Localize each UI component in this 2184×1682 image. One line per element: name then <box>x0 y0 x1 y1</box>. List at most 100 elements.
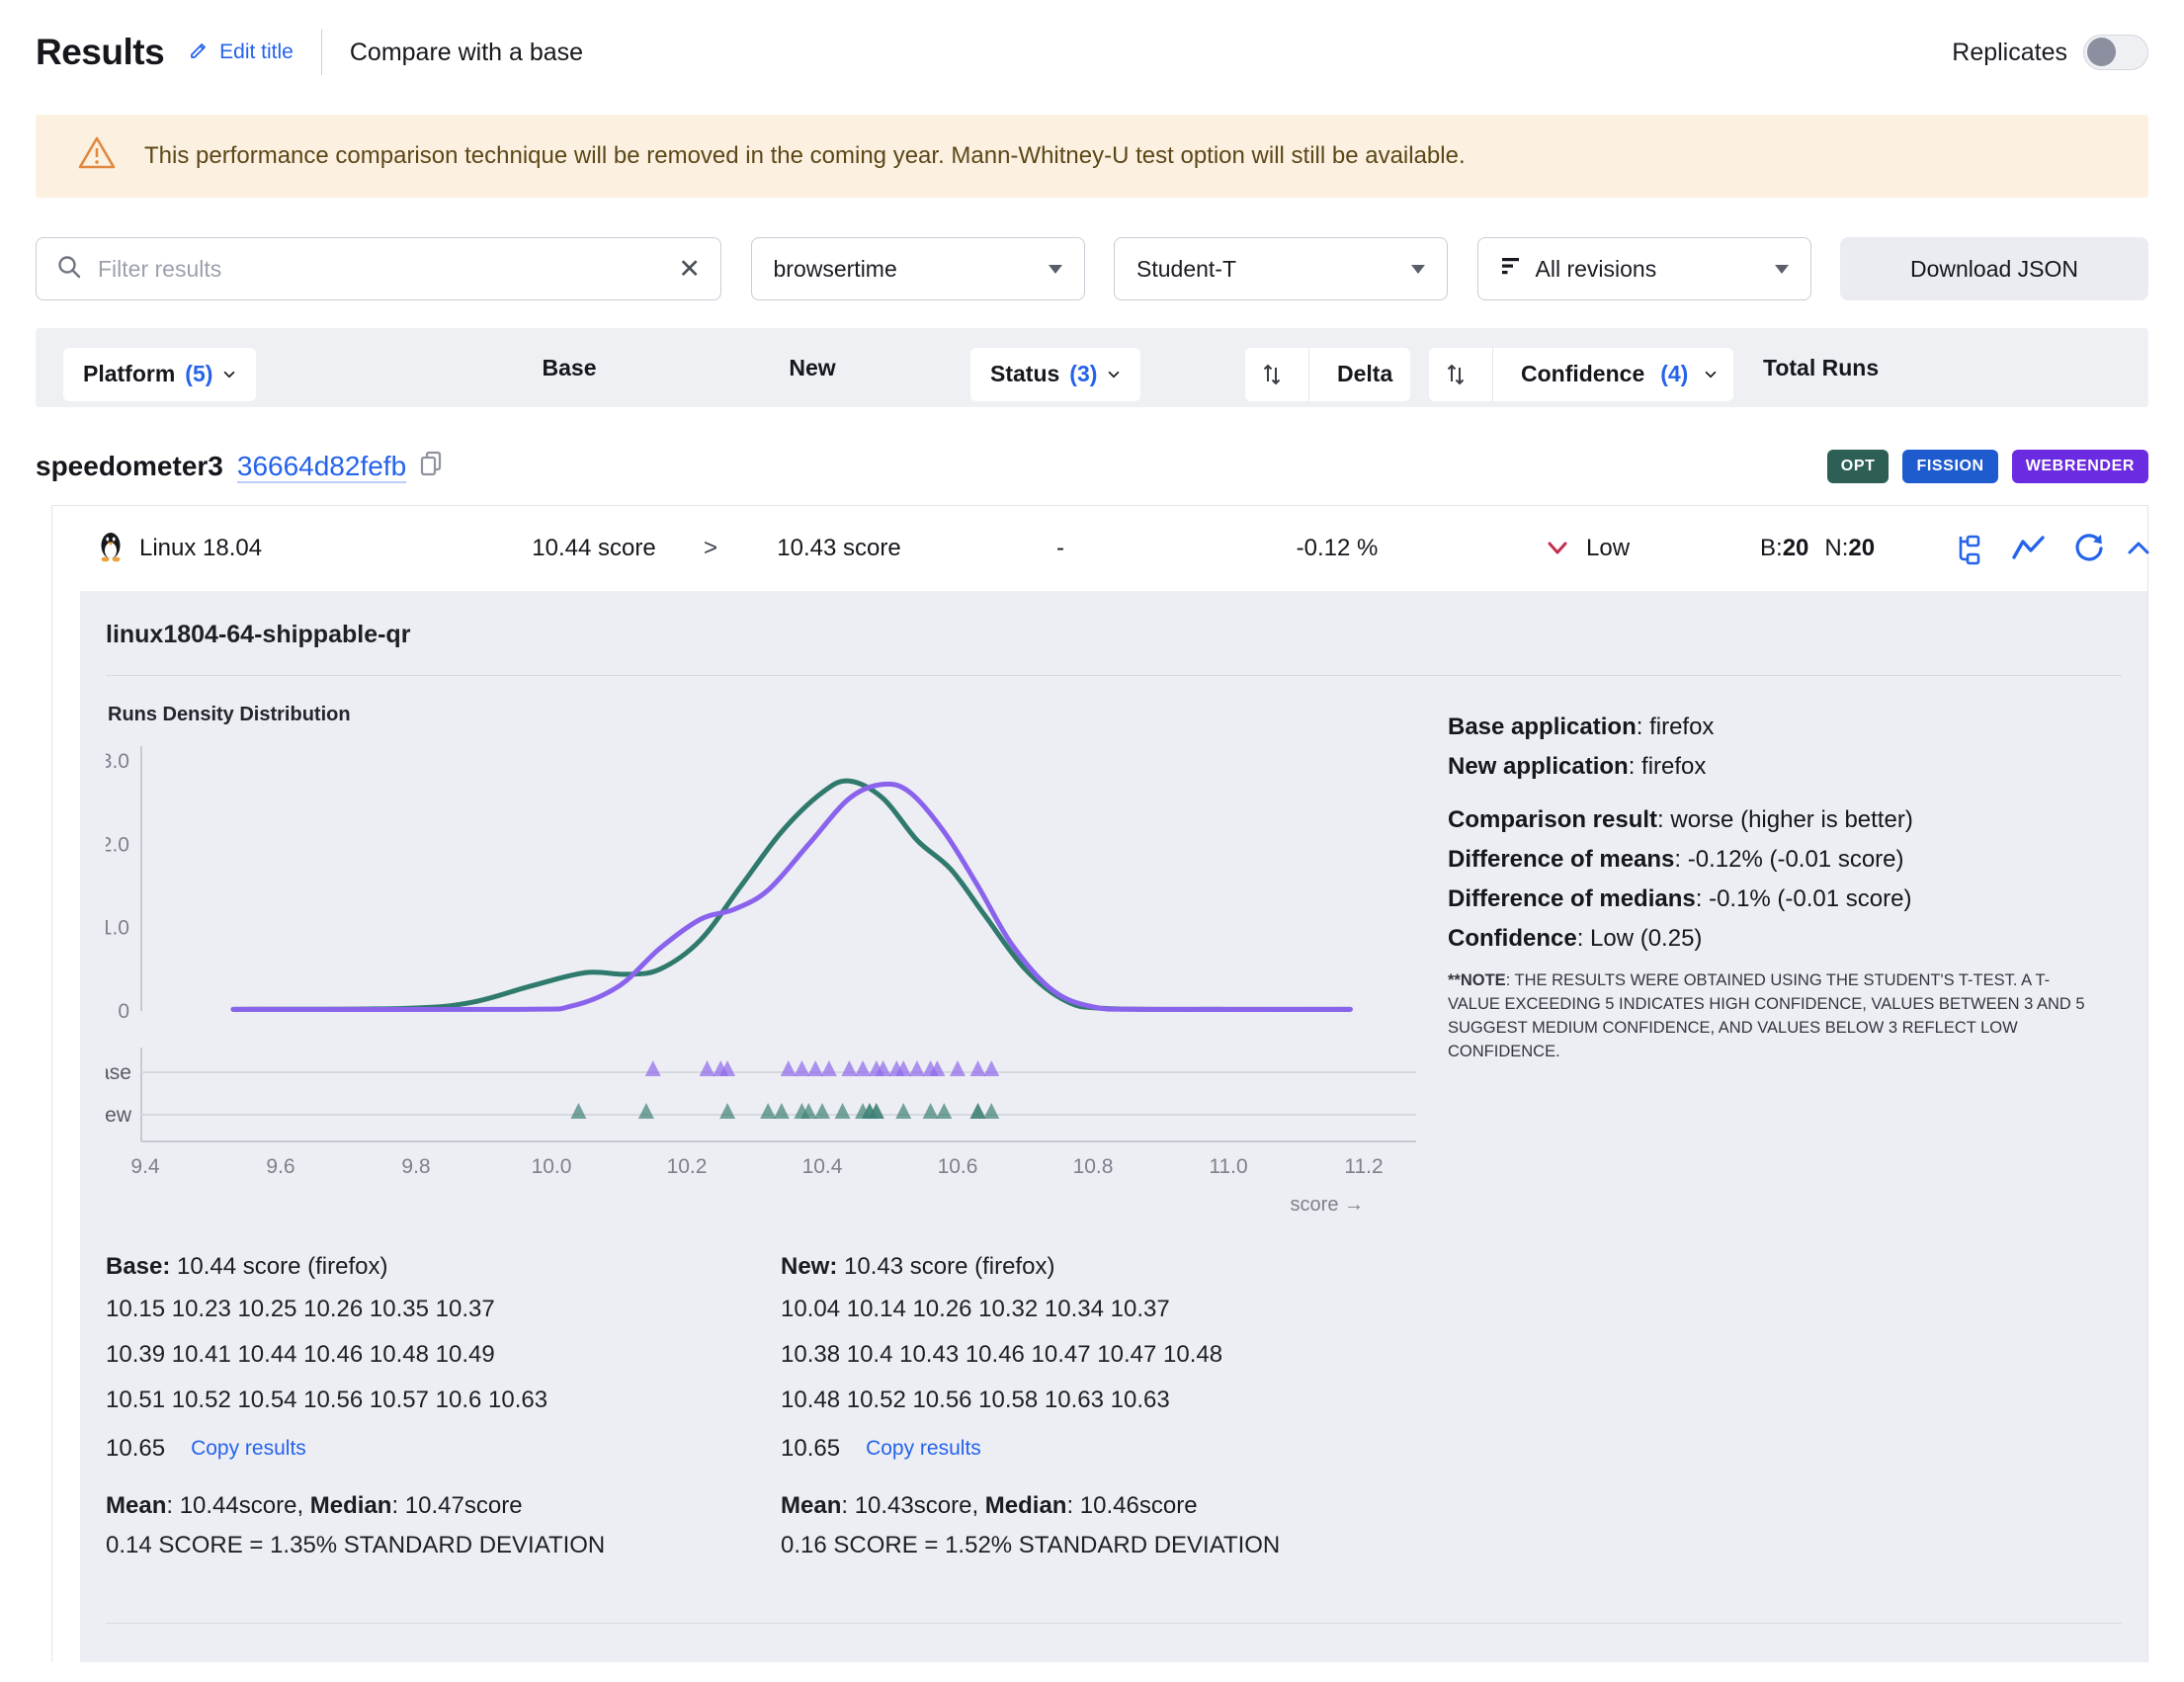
subtests-icon[interactable] <box>1952 532 1985 565</box>
edit-title-label: Edit title <box>219 41 294 64</box>
info-comparison-result: Comparison result: worse (higher is bett… <box>1448 800 2100 840</box>
warning-banner: This performance comparison technique wi… <box>36 115 2148 198</box>
base-value: 10.44 score <box>495 506 693 591</box>
info-confidence: Confidence: Low (0.25) <box>1448 919 2100 959</box>
chevron-down-icon <box>1775 265 1789 274</box>
delta-sort-button[interactable]: Delta <box>1245 348 1410 401</box>
replicates-control: Replicates <box>1952 35 2148 70</box>
test-name: speedometer3 <box>36 451 223 482</box>
platform-filter-button[interactable]: Platform (5) <box>63 348 256 401</box>
revisions-dropdown[interactable]: All revisions <box>1477 237 1811 300</box>
total-runs-header: Total Runs <box>1763 328 1879 407</box>
revision-link[interactable]: 36664d82fefb <box>237 451 406 482</box>
graph-link-icon[interactable] <box>2011 534 2047 563</box>
test-value: Student-T <box>1136 256 1236 283</box>
download-json-button[interactable]: Download JSON <box>1840 237 2148 300</box>
base-last-value: 10.65 <box>106 1423 165 1474</box>
results-table-header: Platform (5) Base New Status (3) <box>36 328 2148 407</box>
svg-text:10.4: 10.4 <box>802 1155 843 1178</box>
svg-text:10.6: 10.6 <box>938 1155 978 1178</box>
tag-fission: FISSION <box>1902 450 1997 483</box>
total-runs-cell: B:20 N:20 <box>1760 506 1875 591</box>
search-input[interactable] <box>98 256 662 283</box>
svg-text:1.0: 1.0 <box>106 917 129 940</box>
status-filter-button[interactable]: Status (3) <box>970 348 1140 401</box>
status-count: (3) <box>1069 361 1097 387</box>
chevron-down-icon <box>222 368 236 381</box>
confidence-value: Low <box>1586 535 1630 562</box>
base-values-line: 10.15 10.23 10.25 10.26 10.35 10.37 <box>106 1287 781 1332</box>
pill-divider <box>1308 348 1309 401</box>
clear-search-icon[interactable]: ✕ <box>678 256 701 283</box>
test-dropdown[interactable]: Student-T <box>1114 237 1448 300</box>
status-header: Status (3) <box>970 328 1140 407</box>
edit-title-button[interactable]: Edit title <box>188 39 294 67</box>
collapse-row-button[interactable] <box>2126 506 2151 591</box>
info-new-application: New application: firefox <box>1448 747 2100 787</box>
base-values-line: 10.39 10.41 10.44 10.46 10.48 10.49 <box>106 1332 781 1378</box>
info-spacer <box>1448 787 2100 800</box>
new-values-line: 10.38 10.4 10.43 10.46 10.47 10.47 10.48 <box>781 1332 1456 1378</box>
chart-title: Runs Density Distribution <box>108 704 1442 726</box>
svg-text:9.4: 9.4 <box>130 1155 160 1178</box>
svg-text:score →: score → <box>1291 1194 1364 1216</box>
runs-new-count: 20 <box>1848 535 1875 561</box>
warning-icon <box>77 135 117 178</box>
sort-arrows-icon <box>1429 362 1482 387</box>
new-runs-header: New: 10.43 score (firefox) <box>781 1247 1456 1287</box>
comparison-info: Base application: firefox New applicatio… <box>1448 704 2100 1237</box>
header-divider <box>321 30 322 75</box>
framework-dropdown[interactable]: browsertime <box>751 237 1085 300</box>
tag-webrender: WEBRENDER <box>2012 450 2148 483</box>
delta-header: Delta <box>1245 328 1410 407</box>
base-values-line: 10.51 10.52 10.54 10.56 10.57 10.6 10.63 <box>106 1378 781 1423</box>
expanded-detail-panel: linux1804-64-shippable-qr Runs Density D… <box>80 591 2147 1662</box>
page-title: Results <box>36 32 164 73</box>
delta-value: -0.12 % <box>1268 506 1406 591</box>
page: Results Edit title Compare with a base R… <box>0 30 2184 1662</box>
base-column-header: Base <box>510 328 629 407</box>
copy-new-results-link[interactable]: Copy results <box>866 1423 981 1474</box>
svg-text:Base: Base <box>106 1061 131 1084</box>
base-runs-header: Base: 10.44 score (firefox) <box>106 1247 781 1287</box>
chart-column: Runs Density Distribution 3.02.01.00Base… <box>106 704 1442 1237</box>
svg-text:New: New <box>106 1104 132 1127</box>
svg-text:9.6: 9.6 <box>266 1155 294 1178</box>
copy-revision-icon[interactable] <box>418 449 446 483</box>
test-tags: OPT FISSION WEBRENDER <box>1827 450 2148 483</box>
retrigger-icon[interactable] <box>2072 532 2106 565</box>
chevron-down-icon <box>1704 368 1718 381</box>
svg-text:11.0: 11.0 <box>1209 1155 1247 1178</box>
svg-text:10.0: 10.0 <box>532 1155 572 1178</box>
ttest-note: **NOTE: THE RESULTS WERE OBTAINED USING … <box>1448 968 2100 1063</box>
info-base-application: Base application: firefox <box>1448 708 2100 747</box>
replicates-toggle[interactable] <box>2083 35 2148 70</box>
new-mean-line: Mean: 10.43score, Median: 10.46score <box>781 1486 1456 1526</box>
replicates-label: Replicates <box>1952 39 2067 67</box>
tag-opt: OPT <box>1827 450 1890 483</box>
new-stddev-line: 0.16 SCORE = 1.52% STANDARD DEVIATION <box>781 1526 1456 1565</box>
regression-chevron-icon <box>1547 541 1568 556</box>
filter-search: ✕ <box>36 237 721 300</box>
info-difference-medians: Difference of medians: -0.1% (-0.01 scor… <box>1448 880 2100 919</box>
toggle-knob <box>2087 38 2116 66</box>
new-values-line: 10.48 10.52 10.56 10.58 10.63 10.63 <box>781 1378 1456 1423</box>
toolbar: ✕ browsertime Student-T All revisions <box>36 237 2148 300</box>
bottom-divider <box>106 1623 2122 1662</box>
status-value: - <box>1031 506 1090 591</box>
confidence-sort-filter-button[interactable]: Confidence (4) <box>1429 348 1733 401</box>
new-runs-column: New: 10.43 score (firefox) 10.04 10.14 1… <box>781 1247 1456 1565</box>
new-value: 10.43 score <box>740 506 938 591</box>
base-mean-line: Mean: 10.44score, Median: 10.47score <box>106 1486 781 1526</box>
copy-base-results-link[interactable]: Copy results <box>191 1423 306 1474</box>
new-last-value: 10.65 <box>781 1423 840 1474</box>
base-stddev-line: 0.14 SCORE = 1.35% STANDARD DEVIATION <box>106 1526 781 1565</box>
chevron-down-icon <box>1107 368 1121 381</box>
search-icon <box>56 254 82 285</box>
svg-text:10.2: 10.2 <box>667 1155 708 1178</box>
svg-text:2.0: 2.0 <box>106 833 129 856</box>
chevron-down-icon <box>1049 265 1062 274</box>
new-values-line: 10.04 10.14 10.26 10.32 10.34 10.37 <box>781 1287 1456 1332</box>
density-chart: 3.02.01.00BaseNew9.49.69.810.010.210.410… <box>106 726 1420 1232</box>
svg-text:0: 0 <box>118 1000 129 1023</box>
